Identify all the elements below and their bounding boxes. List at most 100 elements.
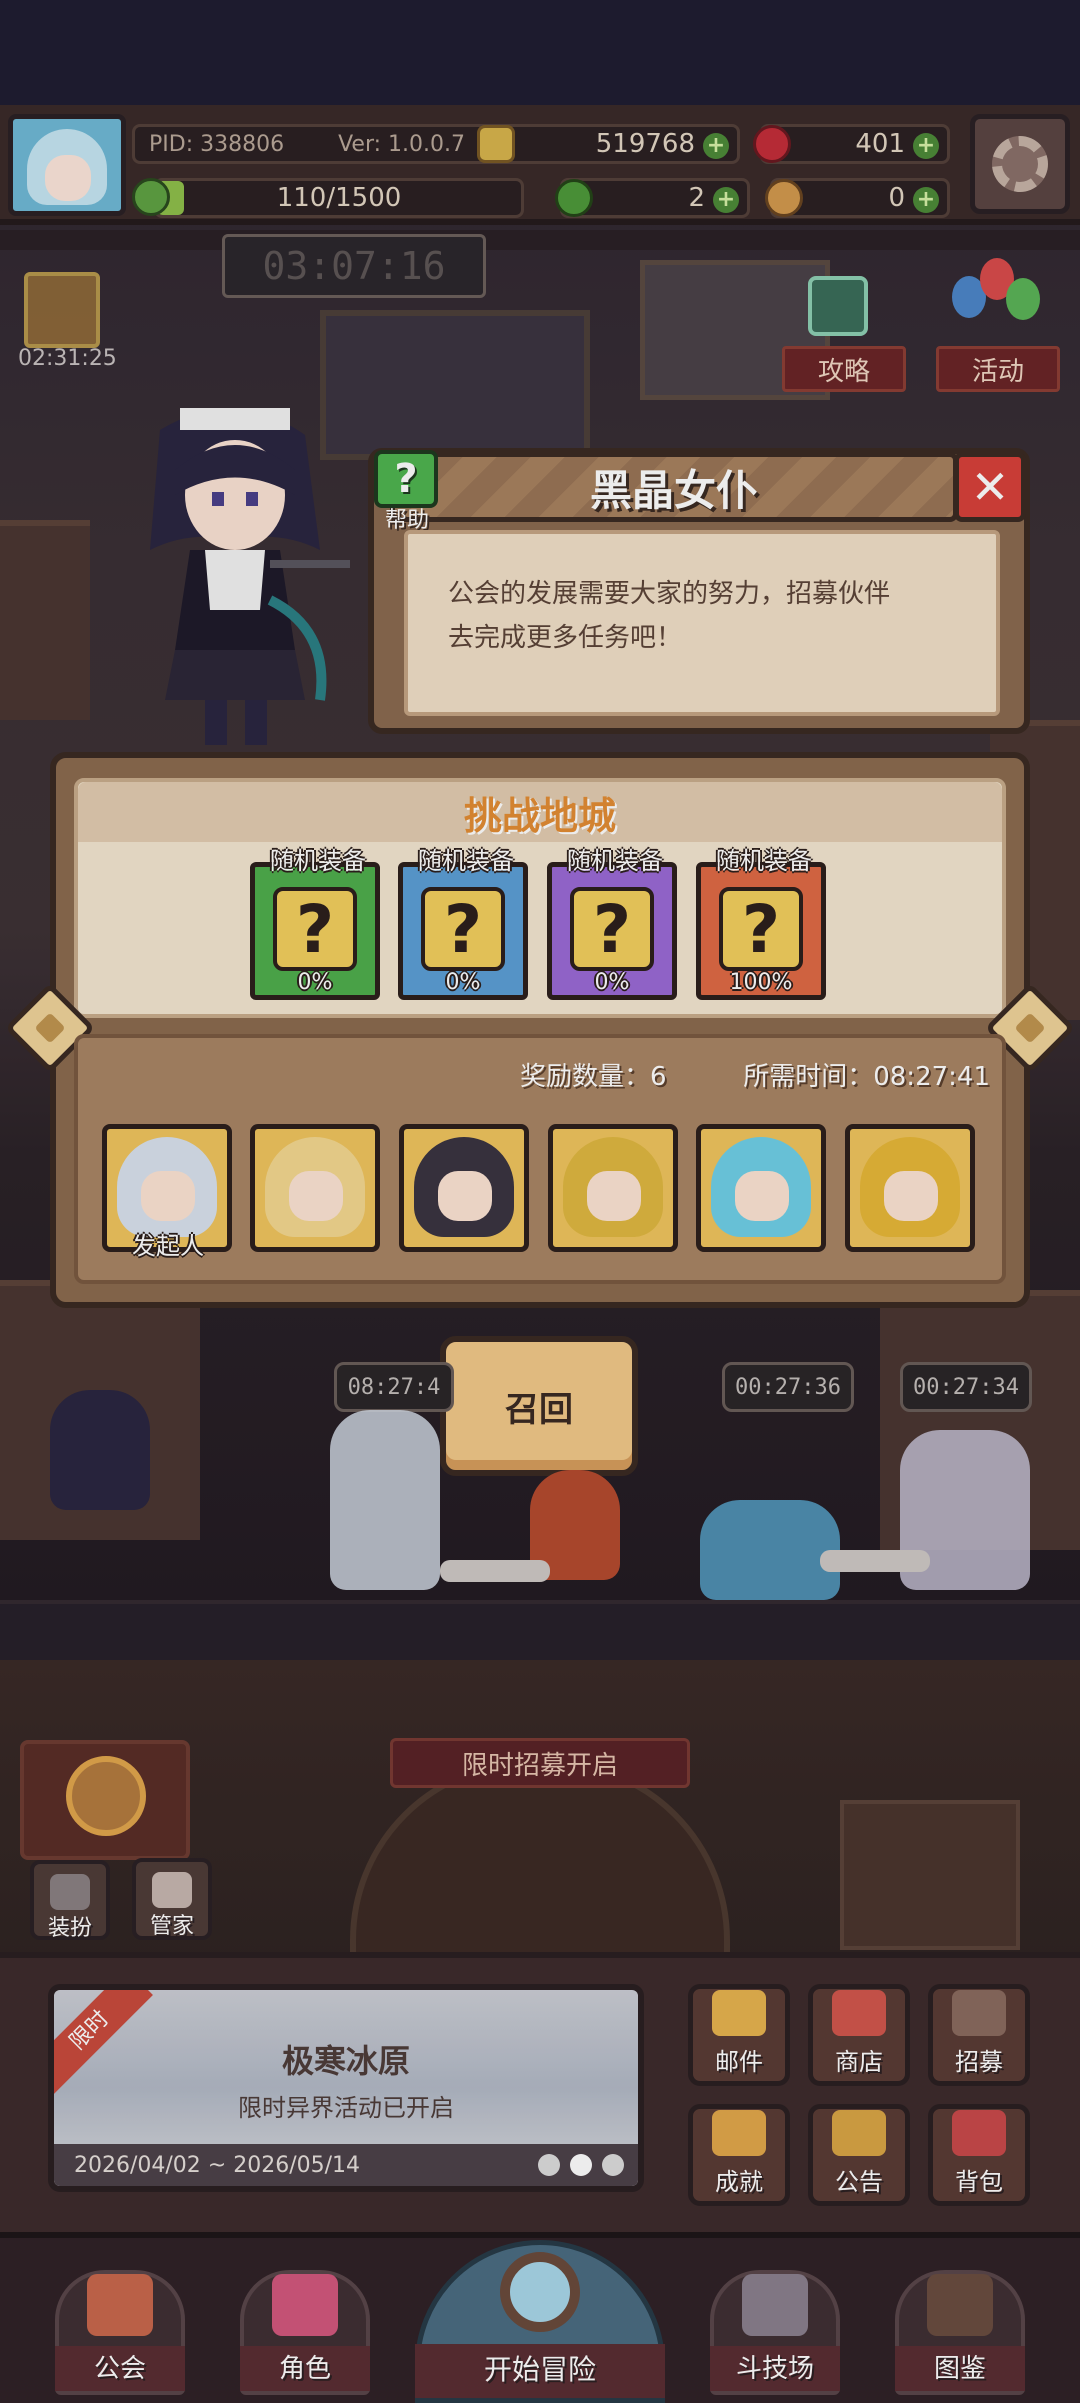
stamina-bar[interactable]: 110/1500	[154, 178, 524, 218]
add-food-icon[interactable]: +	[913, 187, 939, 213]
mystery-box-icon: ?	[719, 887, 803, 971]
mystery-box-icon: ?	[421, 887, 505, 971]
reward-card[interactable]: 随机装备? 0%	[547, 847, 677, 1000]
mystery-box-icon: ?	[273, 887, 357, 971]
gift-icon[interactable]	[24, 272, 100, 348]
dungeon-title: 挑战地城	[463, 793, 616, 838]
help-button[interactable]: ? 帮助	[370, 448, 444, 534]
gem-counter[interactable]: 401 +	[753, 124, 950, 164]
clover-icon	[555, 179, 593, 217]
version-label: Ver: 1.0.0.7	[338, 131, 465, 157]
tab-adventure-label: 开始冒险	[415, 2344, 665, 2398]
party-slot-hero-gold-1[interactable]	[548, 1124, 678, 1252]
npc-knight[interactable]	[330, 1410, 440, 1590]
dress-up-button[interactable]: 装扮	[30, 1860, 110, 1941]
settings-button[interactable]	[970, 114, 1070, 214]
question-mark-icon: ?	[374, 450, 438, 508]
reward-label: 随机装备	[418, 847, 514, 875]
food-counter[interactable]: 0 +	[765, 178, 950, 218]
mail-button[interactable]: 邮件	[688, 1984, 790, 2086]
carousel-dot-active[interactable]	[570, 2154, 592, 2176]
event-date-range: 2026/04/02 ~ 2026/05/14	[74, 2152, 361, 2178]
reward-card[interactable]: 随机装备? 0%	[250, 847, 380, 1000]
magnifier-icon	[500, 2252, 580, 2332]
guide-button[interactable]: 攻略	[782, 346, 906, 392]
reward-label: 随机装备	[716, 847, 812, 875]
add-clovers-icon[interactable]: +	[713, 187, 739, 213]
reward-percent: 0%	[445, 970, 481, 995]
npc-dialog-header: 黑晶女仆	[390, 452, 958, 522]
player-avatar[interactable]	[8, 114, 126, 216]
reward-percent: 0%	[297, 970, 333, 995]
recruit-button[interactable]: 招募	[928, 1984, 1030, 2086]
tab-arena[interactable]: 斗技场	[710, 2270, 840, 2395]
required-time: 所需时间：08:27:41	[743, 1062, 990, 1092]
reward-card[interactable]: 随机装备? 0%	[398, 847, 528, 1000]
achievements-button[interactable]: 成就	[688, 2104, 790, 2206]
hero-face	[735, 1171, 789, 1221]
clover-counter[interactable]: 2 +	[555, 178, 750, 218]
butler-label: 管家	[149, 1914, 194, 1939]
close-button[interactable]: ✕	[954, 452, 1026, 522]
lower-shelf	[840, 1800, 1020, 1950]
mail-icon	[712, 1990, 766, 2036]
dungeon-title-bar: 挑战地城	[78, 782, 1002, 842]
recruit-label: 招募	[955, 2048, 1003, 2076]
tab-codex[interactable]: 图鉴	[895, 2270, 1025, 2395]
close-icon: ✕	[970, 460, 1010, 514]
worker-timer-1: 08:27:4	[334, 1362, 454, 1412]
npc-blue-beast[interactable]	[700, 1500, 840, 1600]
carousel-dot[interactable]	[602, 2154, 624, 2176]
background-shelf	[0, 520, 90, 720]
gift-timer: 02:31:25	[18, 346, 117, 371]
shop-button[interactable]: 商店	[808, 1984, 910, 2086]
coin-value: 519768	[595, 129, 695, 159]
npc-maid-small[interactable]	[50, 1390, 150, 1510]
party-slot-hero-gold-2[interactable]	[845, 1124, 975, 1252]
add-coins-icon[interactable]: +	[703, 133, 729, 159]
reward-percent: 0%	[594, 970, 630, 995]
announcements-button[interactable]: 公告	[808, 2104, 910, 2206]
character-icon	[272, 2274, 338, 2336]
background-painting	[320, 310, 590, 460]
player-info-box: PID: 338806 Ver: 1.0.0.7	[132, 124, 512, 164]
stamina-clover-icon	[132, 178, 170, 216]
guild-emblem-icon	[66, 1756, 146, 1836]
party-slot-hero-cyan[interactable]	[696, 1124, 826, 1252]
stamina-value: 110/1500	[276, 183, 402, 213]
limited-recruit-banner[interactable]: 限时招募开启	[390, 1738, 690, 1788]
backpack-label: 背包	[955, 2168, 1003, 2196]
tab-guild-label: 公会	[55, 2346, 185, 2391]
reward-card[interactable]: 随机装备? 100%	[696, 847, 826, 1000]
hero-face	[289, 1171, 343, 1221]
shop-icon	[832, 1990, 886, 2036]
achievements-icon	[712, 2110, 766, 2156]
party-slot-hero-blonde[interactable]	[250, 1124, 380, 1252]
tab-guild[interactable]: 公会	[55, 2270, 185, 2395]
add-gems-icon[interactable]: +	[913, 133, 939, 159]
event-title: 极寒冰原	[281, 2042, 410, 2080]
tab-codex-label: 图鉴	[895, 2346, 1025, 2391]
hero-face	[438, 1171, 492, 1221]
backpack-button[interactable]: 背包	[928, 2104, 1030, 2206]
recall-button[interactable]: 召回	[440, 1336, 638, 1476]
dialog-line-2: 去完成更多任务吧！	[448, 623, 683, 653]
reward-percent: 100%	[729, 970, 793, 995]
table	[820, 1550, 930, 1572]
backpack-icon	[952, 2110, 1006, 2156]
tab-character[interactable]: 角色	[240, 2270, 370, 2395]
guide-chat-icon[interactable]	[808, 276, 868, 336]
reward-info-row: 奖励数量：6 所需时间：08:27:41	[520, 1056, 990, 1096]
event-banner[interactable]: 限时 极寒冰原 限时异界活动已开启 2026/04/02 ~ 2026/05/1…	[48, 1984, 644, 2192]
hero-face	[884, 1171, 938, 1221]
butler-button[interactable]: 管家	[132, 1858, 212, 1940]
reward-label: 随机装备	[270, 847, 366, 875]
npc-dialog-message: 公会的发展需要大家的努力，招募伙伴 去完成更多任务吧！	[404, 530, 1000, 716]
events-button[interactable]: 活动	[936, 346, 1060, 392]
party-slot-hero-dark[interactable]	[399, 1124, 529, 1252]
coin-counter[interactable]: 519768 +	[477, 124, 740, 164]
floor-strip	[0, 1600, 1080, 1660]
carousel-dot[interactable]	[538, 2154, 560, 2176]
balloons-icon[interactable]	[952, 258, 1042, 338]
crossed-swords-icon	[742, 2274, 808, 2336]
